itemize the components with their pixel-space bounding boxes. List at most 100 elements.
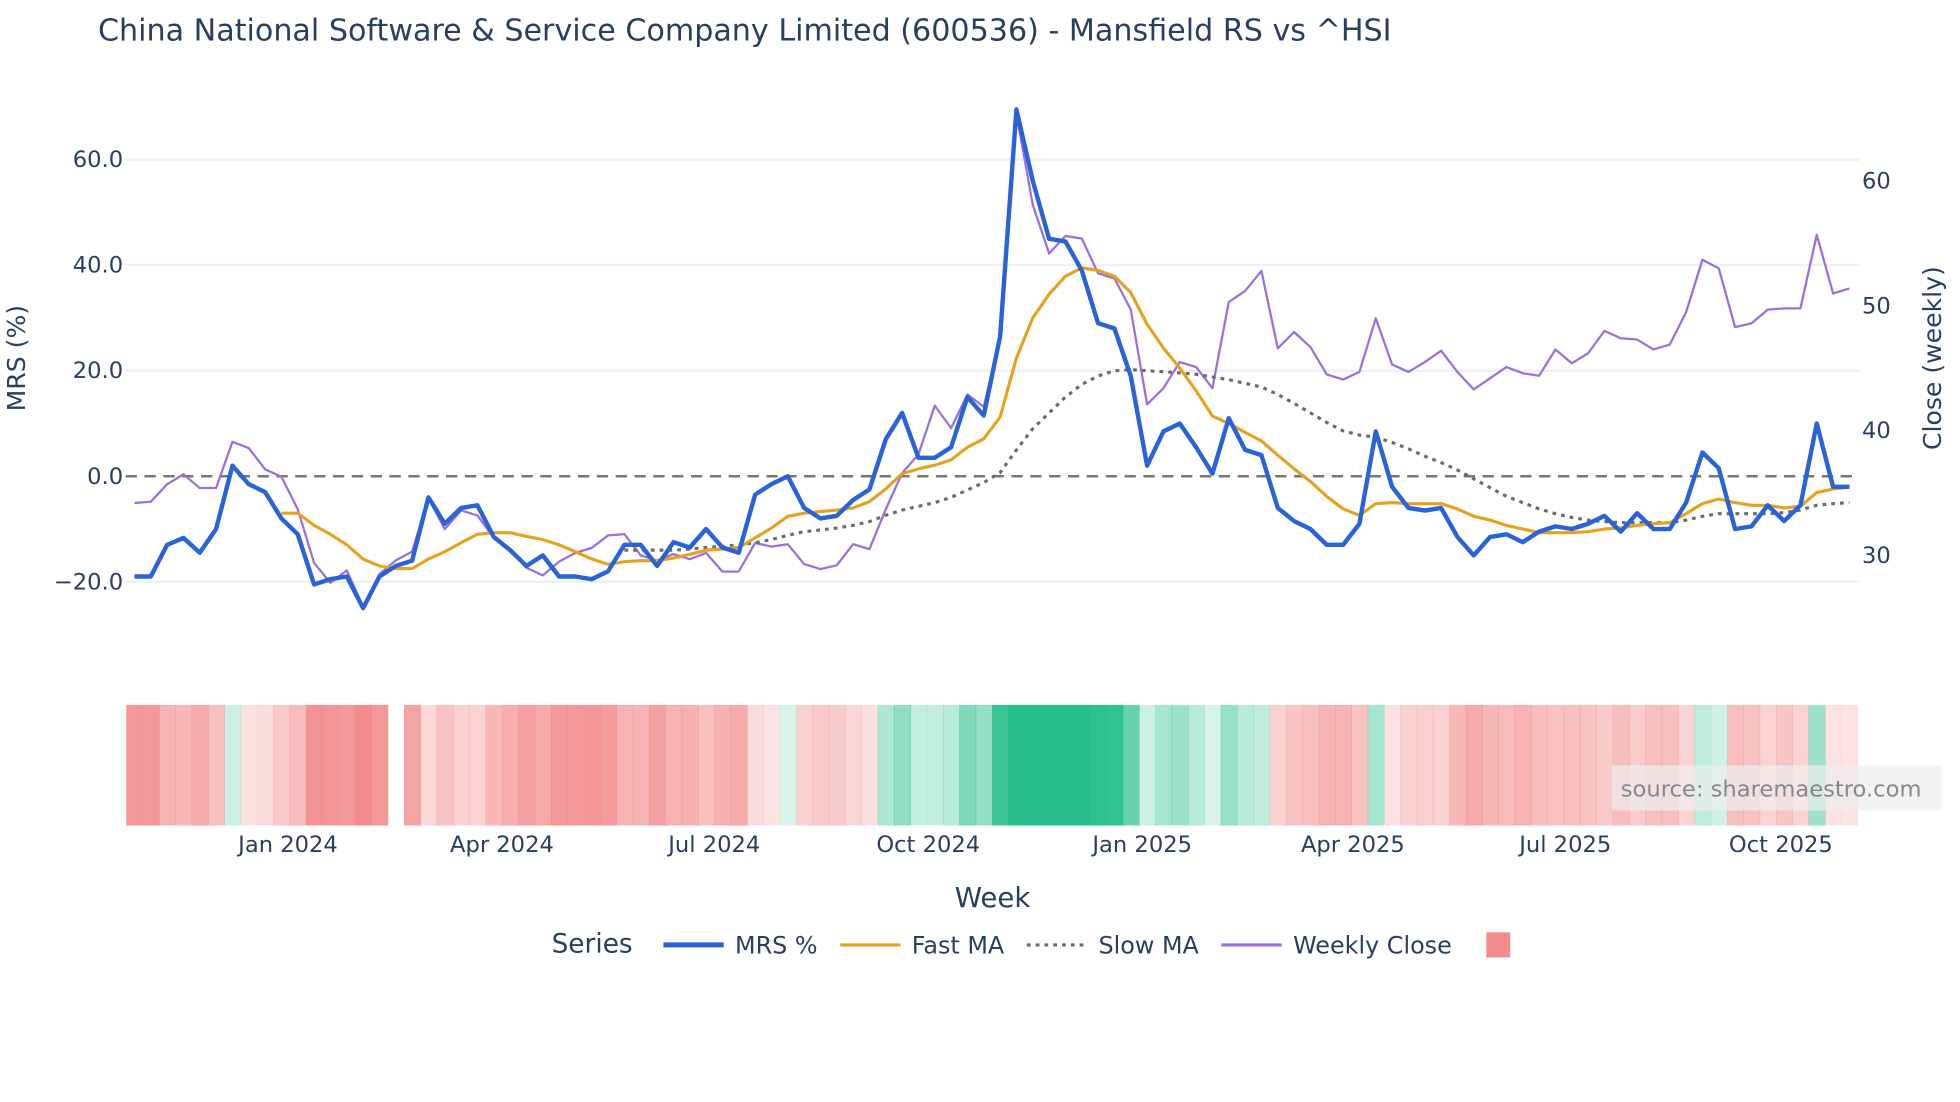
left-axis-ticks: 60.0 40.0 20.0 0.0 −20.0 <box>54 147 123 595</box>
legend: Series MRS % Fast MA Slow MA Weekly Close <box>552 929 1511 960</box>
heatmap-cell <box>256 704 274 826</box>
heatmap-cell <box>207 704 225 826</box>
x-tick-label: Jul 2025 <box>1517 832 1611 858</box>
mrs-line <box>134 107 1850 611</box>
left-tick-label: 0.0 <box>87 464 123 490</box>
x-axis-ticks: Jan 2024 Apr 2024 Jul 2024 Oct 2024 Jan 2025… <box>236 832 1833 858</box>
x-tick-label: Jan 2025 <box>1090 832 1192 858</box>
heatmap-cell <box>730 704 748 826</box>
heatmap-cell <box>665 704 683 826</box>
heatmap-cell <box>1253 704 1271 826</box>
heatmap-cell <box>1106 704 1124 826</box>
left-tick-label: 40.0 <box>73 253 123 279</box>
right-axis-ticks: 60 50 40 30 <box>1862 169 1891 569</box>
heatmap-cell <box>1171 704 1189 826</box>
heatmap-cell <box>1220 704 1238 826</box>
legend-item-label: Weekly Close <box>1293 932 1452 960</box>
right-tick-label: 60 <box>1862 169 1891 195</box>
heatmap-cell <box>1530 704 1548 826</box>
legend-item-label: MRS % <box>735 932 818 960</box>
mrs-chart: China National Software & Service Compan… <box>2 13 1947 960</box>
heatmap-cell <box>305 704 323 826</box>
heatmap-cell <box>681 704 699 826</box>
heatmap-cell <box>289 704 307 826</box>
right-tick-label: 50 <box>1862 293 1891 319</box>
heatmap-cell <box>697 704 715 826</box>
heatmap-cell <box>371 704 389 826</box>
heatmap-cell <box>224 704 242 826</box>
heatmap-cell <box>975 704 993 826</box>
heatmap-cell <box>1040 704 1058 826</box>
heatmap-cell <box>1073 704 1091 826</box>
heatmap-cell <box>1269 704 1287 826</box>
heatmap-cell <box>632 704 650 826</box>
heatmap-cell <box>1187 704 1205 826</box>
heatmap-cell <box>1138 704 1156 826</box>
heatmap-cell <box>616 704 634 826</box>
weekly-close-line <box>134 112 1850 608</box>
legend-heatmap-swatch <box>1486 932 1511 958</box>
right-tick-label: 40 <box>1862 418 1891 444</box>
heatmap-cell <box>877 704 895 826</box>
x-tick-label: Jan 2024 <box>236 832 338 858</box>
heatmap-cell <box>1285 704 1303 826</box>
x-axis-label: Week <box>955 881 1031 914</box>
heatmap-cell <box>403 704 421 826</box>
heatmap-cell <box>354 704 372 826</box>
x-tick-label: Apr 2025 <box>1301 832 1405 858</box>
heatmap-cell <box>1122 704 1140 826</box>
x-tick-label: Jul 2024 <box>666 832 760 858</box>
heatmap-cell <box>452 704 470 826</box>
heatmap-cell <box>1204 704 1222 826</box>
heatmap-cell <box>1089 704 1107 826</box>
heatmap-cell <box>942 704 960 826</box>
heatmap-cell <box>436 704 454 826</box>
heatmap-cell <box>1367 704 1385 826</box>
heatmap-cell <box>1057 704 1075 826</box>
heatmap-cell <box>567 704 585 826</box>
heatmap-cell <box>1416 704 1434 826</box>
heatmap-cell <box>240 704 258 826</box>
left-tick-label: −20.0 <box>54 569 123 595</box>
right-axis-label: Close (weekly) <box>1918 266 1947 450</box>
heatmap-cell <box>828 704 846 826</box>
heatmap-cell <box>469 704 487 826</box>
heatmap-cell <box>714 704 732 826</box>
heatmap-cell <box>158 704 176 826</box>
heatmap-strip <box>126 704 1859 826</box>
heatmap-cell <box>273 704 291 826</box>
heatmap-cell <box>795 704 813 826</box>
heatmap-cell <box>1024 704 1042 826</box>
heatmap-cell <box>1351 704 1369 826</box>
heatmap-cell <box>1383 704 1401 826</box>
series-lines <box>134 107 1850 611</box>
heatmap-cell <box>1008 704 1026 826</box>
heatmap-cell <box>746 704 764 826</box>
heatmap-cell <box>861 704 879 826</box>
legend-item-label: Slow MA <box>1098 932 1199 960</box>
heatmap-cell <box>518 704 536 826</box>
heatmap-cell <box>812 704 830 826</box>
heatmap-cell <box>1547 704 1565 826</box>
heatmap-cell <box>991 704 1009 826</box>
heatmap-cell <box>1465 704 1483 826</box>
left-axis-label: MRS (%) <box>2 305 31 411</box>
heatmap-cell <box>1579 704 1597 826</box>
x-tick-label: Apr 2024 <box>450 832 554 858</box>
x-tick-label: Oct 2024 <box>876 832 980 858</box>
heatmap-cell <box>844 704 862 826</box>
heatmap-cell <box>599 704 617 826</box>
heatmap-cell <box>191 704 209 826</box>
x-tick-label: Oct 2025 <box>1729 832 1833 858</box>
heatmap-cell <box>1596 704 1614 826</box>
heatmap-cell <box>959 704 977 826</box>
heatmap-cell <box>1498 704 1516 826</box>
heatmap-cell <box>1302 704 1320 826</box>
heatmap-cell <box>175 704 193 826</box>
heatmap-cell <box>763 704 781 826</box>
heatmap-cell <box>1514 704 1532 826</box>
heatmap-cell <box>1481 704 1499 826</box>
heatmap-cell <box>534 704 552 826</box>
legend-title: Series <box>552 929 633 959</box>
heatmap-cell <box>583 704 601 826</box>
